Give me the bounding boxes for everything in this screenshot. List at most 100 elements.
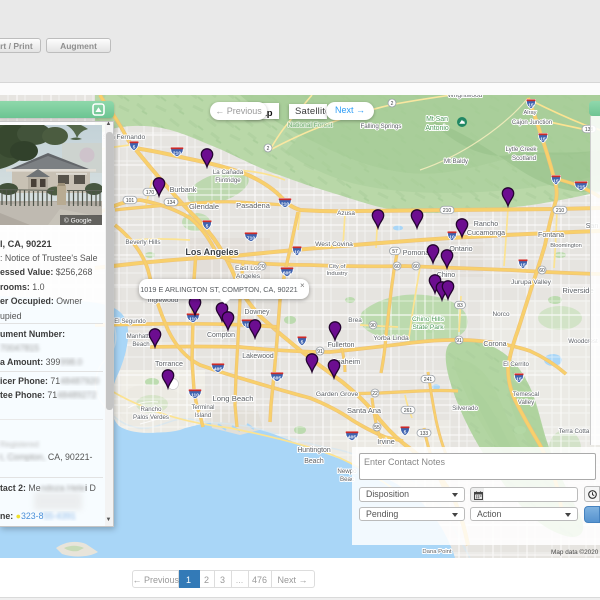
svg-text:15: 15 (516, 377, 522, 383)
svg-text:Flintridge: Flintridge (215, 177, 241, 184)
svg-text:10: 10 (449, 235, 455, 241)
svg-text:Rancho: Rancho (140, 406, 162, 413)
svg-text:Cajon Junction: Cajon Junction (512, 119, 552, 126)
svg-text:90: 90 (370, 323, 376, 329)
svg-text:Dana Point: Dana Point (422, 549, 452, 555)
svg-text:Norco: Norco (492, 311, 509, 318)
svg-text:405: 405 (214, 367, 222, 373)
svg-text:605: 605 (273, 376, 281, 382)
svg-text:261: 261 (404, 408, 413, 414)
svg-text:15: 15 (528, 103, 534, 109)
svg-text:101: 101 (126, 198, 135, 204)
svg-text:Rancho: Rancho (474, 220, 499, 228)
svg-text:Palos Verdes: Palos Verdes (133, 414, 169, 421)
svg-text:State Park: State Park (412, 324, 444, 331)
svg-text:57: 57 (392, 249, 398, 255)
svg-text:241: 241 (424, 377, 433, 383)
svg-text:210: 210 (281, 202, 289, 208)
svg-text:Riverside: Riverside (562, 286, 593, 295)
svg-text:Mt Baldy: Mt Baldy (444, 158, 469, 165)
svg-text:Terminal: Terminal (191, 404, 214, 411)
svg-text:605: 605 (283, 271, 291, 277)
svg-text:22: 22 (372, 391, 378, 397)
svg-text:Falling Springs: Falling Springs (361, 123, 402, 130)
svg-text:El Segundo: El Segundo (114, 318, 146, 325)
svg-text:Irvine: Irvine (377, 437, 395, 446)
svg-text:West Covina: West Covina (315, 241, 353, 248)
svg-text:215: 215 (577, 185, 585, 191)
svg-text:Lytle Creek: Lytle Creek (505, 146, 537, 153)
svg-text:Industry: Industry (327, 271, 348, 277)
svg-text:134: 134 (167, 200, 176, 206)
svg-text:Burbank: Burbank (170, 185, 197, 194)
svg-text:Ontario: Ontario (449, 245, 472, 253)
svg-text:Downey: Downey (245, 309, 270, 316)
svg-text:City of: City of (329, 264, 346, 270)
svg-text:91: 91 (456, 338, 462, 344)
svg-text:Glendale: Glendale (189, 202, 219, 211)
svg-text:60: 60 (394, 264, 400, 270)
svg-text:Silverado: Silverado (452, 405, 478, 412)
svg-text:55: 55 (374, 425, 380, 431)
svg-text:15: 15 (553, 179, 559, 185)
svg-text:Beach: Beach (304, 458, 324, 465)
svg-text:Compton: Compton (207, 332, 235, 339)
svg-text:Brea: Brea (348, 317, 362, 324)
svg-text:Huntington: Huntington (297, 447, 330, 454)
svg-text:210: 210 (556, 208, 565, 214)
svg-text:Pasadena: Pasadena (236, 201, 271, 210)
svg-text:El Cerrito: El Cerrito (503, 361, 529, 368)
svg-text:Pomona: Pomona (403, 249, 429, 257)
svg-text:Garden Grove: Garden Grove (316, 391, 359, 398)
svg-text:Long Beach: Long Beach (212, 394, 253, 403)
svg-text:Valley: Valley (518, 399, 535, 406)
svg-text:210: 210 (443, 208, 452, 214)
svg-text:5: 5 (301, 340, 304, 346)
svg-text:Antonio: Antonio (425, 125, 449, 132)
svg-text:10: 10 (294, 250, 300, 256)
svg-text:Corona: Corona (483, 340, 506, 348)
svg-text:710: 710 (247, 236, 255, 242)
svg-text:Bloomington: Bloomington (550, 243, 582, 249)
svg-text:15: 15 (540, 137, 546, 143)
svg-text:Los Angeles: Los Angeles (185, 247, 238, 257)
svg-text:Terra Cotta: Terra Cotta (559, 428, 590, 435)
svg-text:Wrightwood: Wrightwood (448, 95, 483, 99)
svg-text:2: 2 (267, 146, 270, 152)
svg-text:Fullerton: Fullerton (328, 342, 355, 349)
svg-text:210: 210 (173, 151, 181, 157)
svg-text:5: 5 (404, 430, 407, 436)
svg-text:5: 5 (206, 224, 209, 230)
svg-text:83: 83 (457, 303, 463, 309)
svg-text:170: 170 (146, 190, 155, 196)
svg-text:Cucamonga: Cucamonga (467, 229, 505, 237)
svg-text:Map data ©2020 Googl: Map data ©2020 Googl (551, 548, 600, 556)
svg-text:Mt San: Mt San (426, 116, 448, 123)
svg-text:60: 60 (413, 264, 419, 270)
svg-text:Lakewood: Lakewood (242, 353, 274, 360)
svg-text:Temescal: Temescal (513, 391, 539, 398)
svg-text:Chino Hills: Chino Hills (412, 316, 445, 323)
svg-text:91: 91 (317, 349, 323, 355)
svg-text:5: 5 (133, 145, 136, 151)
svg-text:Jurupa Valley: Jurupa Valley (511, 279, 552, 286)
svg-text:Torrance: Torrance (155, 359, 183, 368)
svg-text:110: 110 (191, 393, 199, 399)
svg-text:Scotland: Scotland (512, 155, 537, 162)
svg-text:110: 110 (189, 317, 197, 323)
svg-text:National Forest: National Forest (288, 122, 333, 129)
svg-text:Alray: Alray (524, 110, 537, 116)
svg-text:East Los: East Los (235, 265, 262, 272)
svg-text:Beverly Hills: Beverly Hills (125, 239, 160, 246)
svg-text:Island: Island (195, 412, 211, 419)
svg-text:La Cañada: La Cañada (213, 169, 244, 176)
svg-text:2: 2 (391, 101, 394, 107)
svg-text:133: 133 (420, 431, 429, 437)
svg-text:Santa Ana: Santa Ana (347, 406, 382, 415)
svg-text:15: 15 (520, 263, 526, 269)
svg-text:405: 405 (348, 435, 356, 441)
svg-text:60: 60 (539, 268, 545, 274)
svg-text:Beach: Beach (132, 341, 149, 348)
svg-text:Yorba Linda: Yorba Linda (373, 335, 409, 342)
svg-text:Azusa: Azusa (337, 210, 355, 217)
